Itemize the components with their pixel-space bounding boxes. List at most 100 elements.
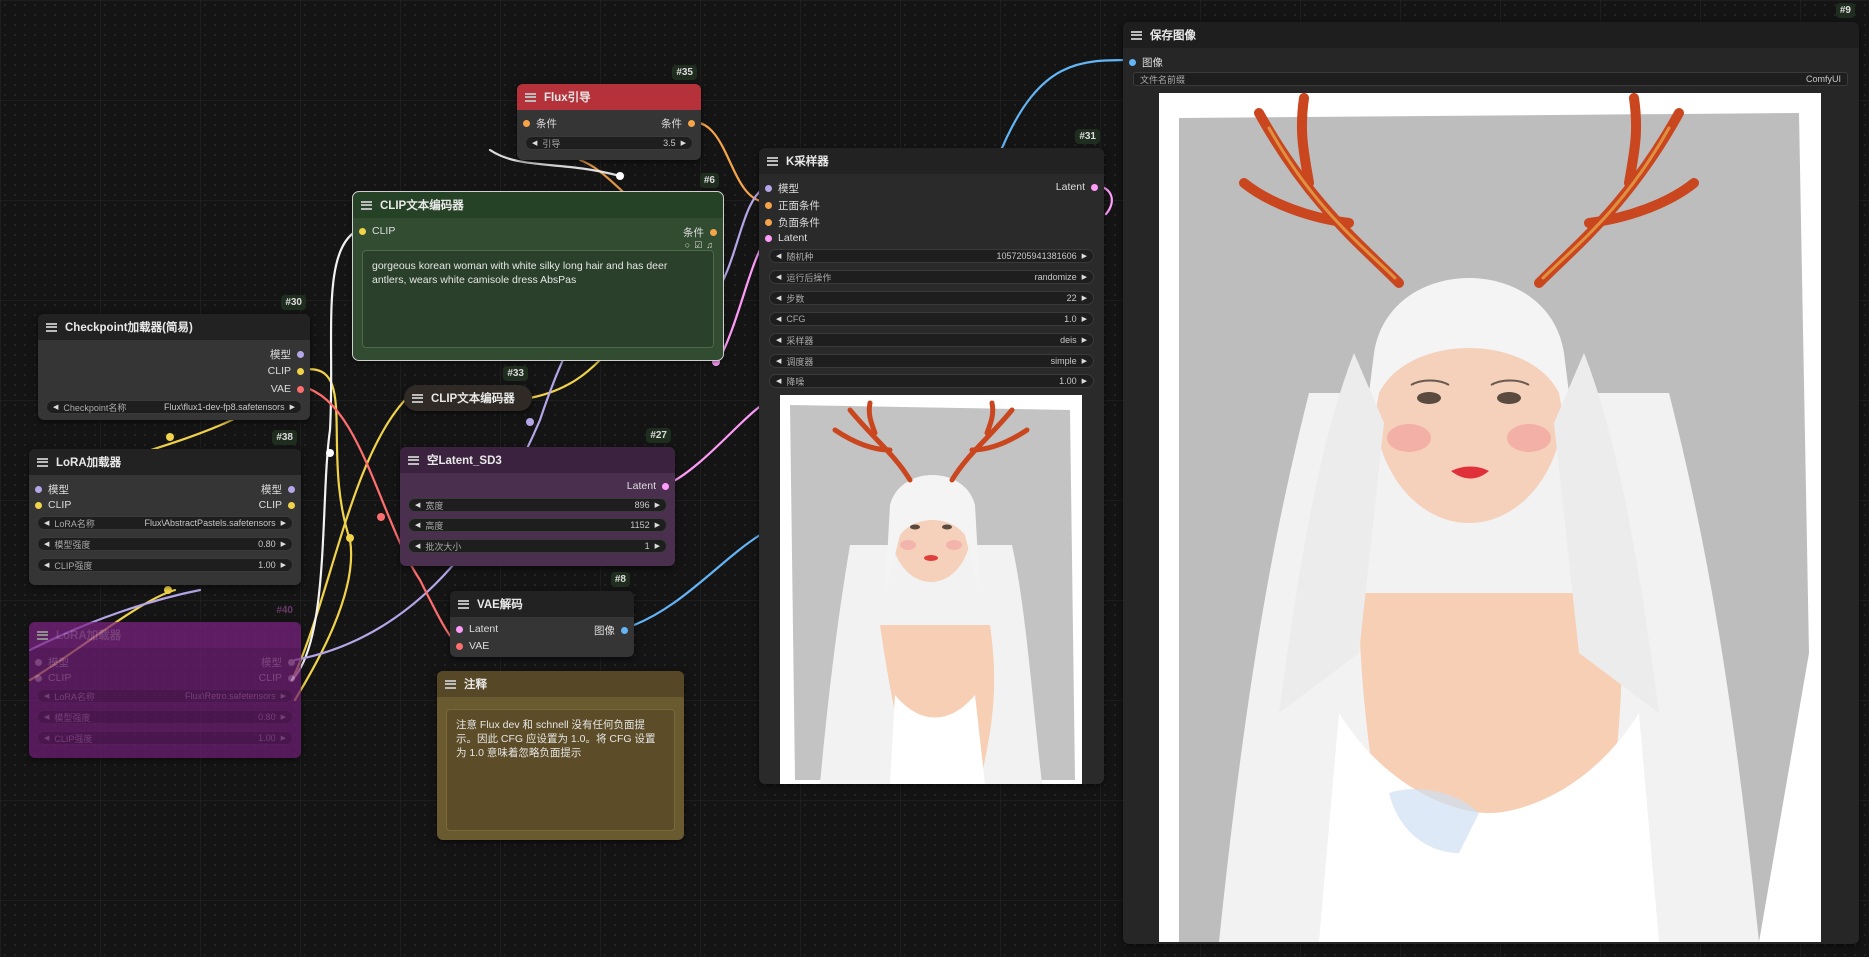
right-triangle-icon[interactable]: ▶ (281, 692, 286, 700)
node-title-bar[interactable]: 注释 (437, 671, 684, 697)
right-triangle-icon[interactable]: ▶ (655, 521, 660, 529)
left-triangle-icon[interactable]: ◀ (776, 294, 781, 302)
output-clip[interactable]: CLIP (259, 499, 295, 511)
output-model[interactable]: 模型 (261, 482, 295, 497)
left-triangle-icon[interactable]: ◀ (415, 521, 420, 529)
socket-dot-icon[interactable] (688, 120, 695, 127)
socket-dot-icon[interactable] (288, 501, 295, 509)
right-triangle-icon[interactable]: ▶ (655, 542, 660, 550)
node-title-bar[interactable]: LoRA加载器 (29, 622, 301, 648)
input-latent[interactable]: Latent (765, 232, 807, 244)
socket-dot-icon[interactable] (297, 367, 304, 375)
socket-dot-icon[interactable] (35, 659, 42, 666)
filename-prefix-widget[interactable]: 文件名前缀 ComfyUI (1133, 72, 1848, 86)
left-triangle-icon[interactable]: ◀ (44, 519, 49, 527)
hamburger-icon[interactable] (525, 92, 536, 102)
socket-dot-icon[interactable] (456, 642, 463, 650)
vae-decode-node[interactable]: #8 VAE解码 Latent VAE 图像 (450, 572, 634, 657)
output-conditioning[interactable]: 条件 (683, 225, 717, 240)
prompt-textarea[interactable]: gorgeous korean woman with white silky l… (362, 250, 714, 348)
checkpoint-name-widget[interactable]: ◀ Checkpoint名称 Flux\flux1-dev-fp8.safeten… (46, 400, 302, 414)
input-negative[interactable]: 负面条件 (765, 215, 820, 230)
socket-dot-icon[interactable] (1129, 59, 1136, 66)
node-title-bar[interactable]: VAE解码 (450, 591, 634, 617)
socket-dot-icon[interactable] (297, 385, 304, 393)
lora-name-widget[interactable]: ◀ LoRA名称 Flux\Retro.safetensors ▶ (37, 689, 293, 703)
output-conditioning[interactable]: 条件 (661, 116, 695, 131)
node-title-bar[interactable]: Checkpoint加载器(简易) (38, 314, 310, 340)
socket-dot-icon[interactable] (35, 486, 42, 493)
cfg-widget[interactable]: ◀ CFG 1.0 ▶ (769, 312, 1094, 326)
node-title-bar[interactable]: 保存图像 (1123, 22, 1859, 48)
socket-dot-icon[interactable] (297, 351, 304, 358)
ksampler-node[interactable]: #31 K采样器 模型 正面条件 负面条件 Latent Latent ◀ 随机种… (759, 129, 1104, 784)
hamburger-icon[interactable] (412, 393, 423, 403)
input-model[interactable]: 模型 (35, 655, 69, 670)
socket-dot-icon[interactable] (288, 674, 295, 682)
right-triangle-icon[interactable]: ▶ (281, 561, 286, 569)
output-model[interactable]: 模型 (261, 655, 295, 670)
hamburger-icon[interactable] (1131, 30, 1142, 40)
socket-dot-icon[interactable] (1091, 183, 1098, 191)
socket-dot-icon[interactable] (765, 234, 772, 242)
note-node[interactable]: 注释 注意 Flux dev 和 schnell 没有任何负面提示。因此 CFG… (437, 671, 684, 840)
scheduler-widget[interactable]: ◀ 调度器 simple ▶ (769, 354, 1094, 368)
left-triangle-icon[interactable]: ◀ (44, 734, 49, 742)
guidance-widget[interactable]: ◀ 引导 3.5 ▶ (525, 136, 693, 150)
output-image[interactable]: 图像 (594, 623, 628, 638)
output-vae[interactable]: VAE (271, 383, 304, 395)
sampler-widget[interactable]: ◀ 采样器 deis ▶ (769, 333, 1094, 347)
input-latent[interactable]: Latent (456, 623, 498, 635)
hamburger-icon[interactable] (767, 156, 778, 166)
input-clip[interactable]: CLIP (35, 672, 71, 684)
output-latent[interactable]: Latent (1056, 181, 1098, 193)
right-triangle-icon[interactable]: ▶ (1082, 294, 1087, 302)
right-triangle-icon[interactable]: ▶ (655, 501, 660, 509)
socket-dot-icon[interactable] (765, 219, 772, 226)
socket-dot-icon[interactable] (288, 486, 295, 493)
node-title-bar[interactable]: K采样器 (759, 148, 1104, 174)
steps-widget[interactable]: ◀ 步数 22 ▶ (769, 291, 1094, 305)
right-triangle-icon[interactable]: ▶ (281, 713, 286, 721)
checkpoint-loader-node[interactable]: #30 Checkpoint加载器(简易) 模型 CLIP VAE ◀ Check… (38, 295, 310, 420)
right-triangle-icon[interactable]: ▶ (281, 734, 286, 742)
left-triangle-icon[interactable]: ◀ (415, 501, 420, 509)
left-triangle-icon[interactable]: ◀ (776, 315, 781, 323)
hamburger-icon[interactable] (458, 599, 469, 609)
node-title-bar[interactable]: CLIP文本编码器 (404, 385, 532, 411)
left-triangle-icon[interactable]: ◀ (776, 252, 781, 260)
right-triangle-icon[interactable]: ▶ (681, 139, 686, 147)
left-triangle-icon[interactable]: ◀ (532, 139, 537, 147)
width-widget[interactable]: ◀ 宽度 896 ▶ (408, 498, 667, 512)
model-strength-widget[interactable]: ◀ 模型强度 0.80 ▶ (37, 537, 293, 551)
left-triangle-icon[interactable]: ◀ (776, 336, 781, 344)
lora-loader-bypassed-node[interactable]: #40 LoRA加载器 模型 CLIP 模型 CLIP ◀ LoRA名称 Flux… (29, 605, 301, 758)
left-triangle-icon[interactable]: ◀ (44, 561, 49, 569)
height-widget[interactable]: ◀ 高度 1152 ▶ (408, 518, 667, 532)
seed-widget[interactable]: ◀ 随机种 1057205941381606 ▶ (769, 249, 1094, 263)
hamburger-icon[interactable] (37, 630, 48, 640)
socket-dot-icon[interactable] (523, 120, 530, 127)
input-clip[interactable]: CLIP (359, 225, 395, 237)
control-after-generate-widget[interactable]: ◀ 运行后操作 randomize ▶ (769, 270, 1094, 284)
socket-dot-icon[interactable] (662, 482, 669, 490)
left-triangle-icon[interactable]: ◀ (776, 273, 781, 281)
clip-strength-widget[interactable]: ◀ CLIP强度 1.00 ▶ (37, 731, 293, 745)
left-triangle-icon[interactable]: ◀ (44, 713, 49, 721)
socket-dot-icon[interactable] (456, 625, 463, 633)
hamburger-icon[interactable] (361, 200, 372, 210)
left-triangle-icon[interactable]: ◀ (44, 692, 49, 700)
left-triangle-icon[interactable]: ◀ (415, 542, 420, 550)
input-positive[interactable]: 正面条件 (765, 198, 820, 213)
right-triangle-icon[interactable]: ▶ (1082, 377, 1087, 385)
denoise-widget[interactable]: ◀ 降噪 1.00 ▶ (769, 374, 1094, 388)
right-triangle-icon[interactable]: ▶ (1082, 336, 1087, 344)
right-triangle-icon[interactable]: ▶ (281, 540, 286, 548)
output-latent[interactable]: Latent (627, 480, 669, 492)
socket-dot-icon[interactable] (710, 229, 717, 236)
right-triangle-icon[interactable]: ▶ (1082, 252, 1087, 260)
node-title-bar[interactable]: CLIP文本编码器 (353, 192, 723, 218)
input-model[interactable]: 模型 (765, 181, 799, 196)
socket-dot-icon[interactable] (765, 185, 772, 192)
socket-dot-icon[interactable] (288, 659, 295, 666)
